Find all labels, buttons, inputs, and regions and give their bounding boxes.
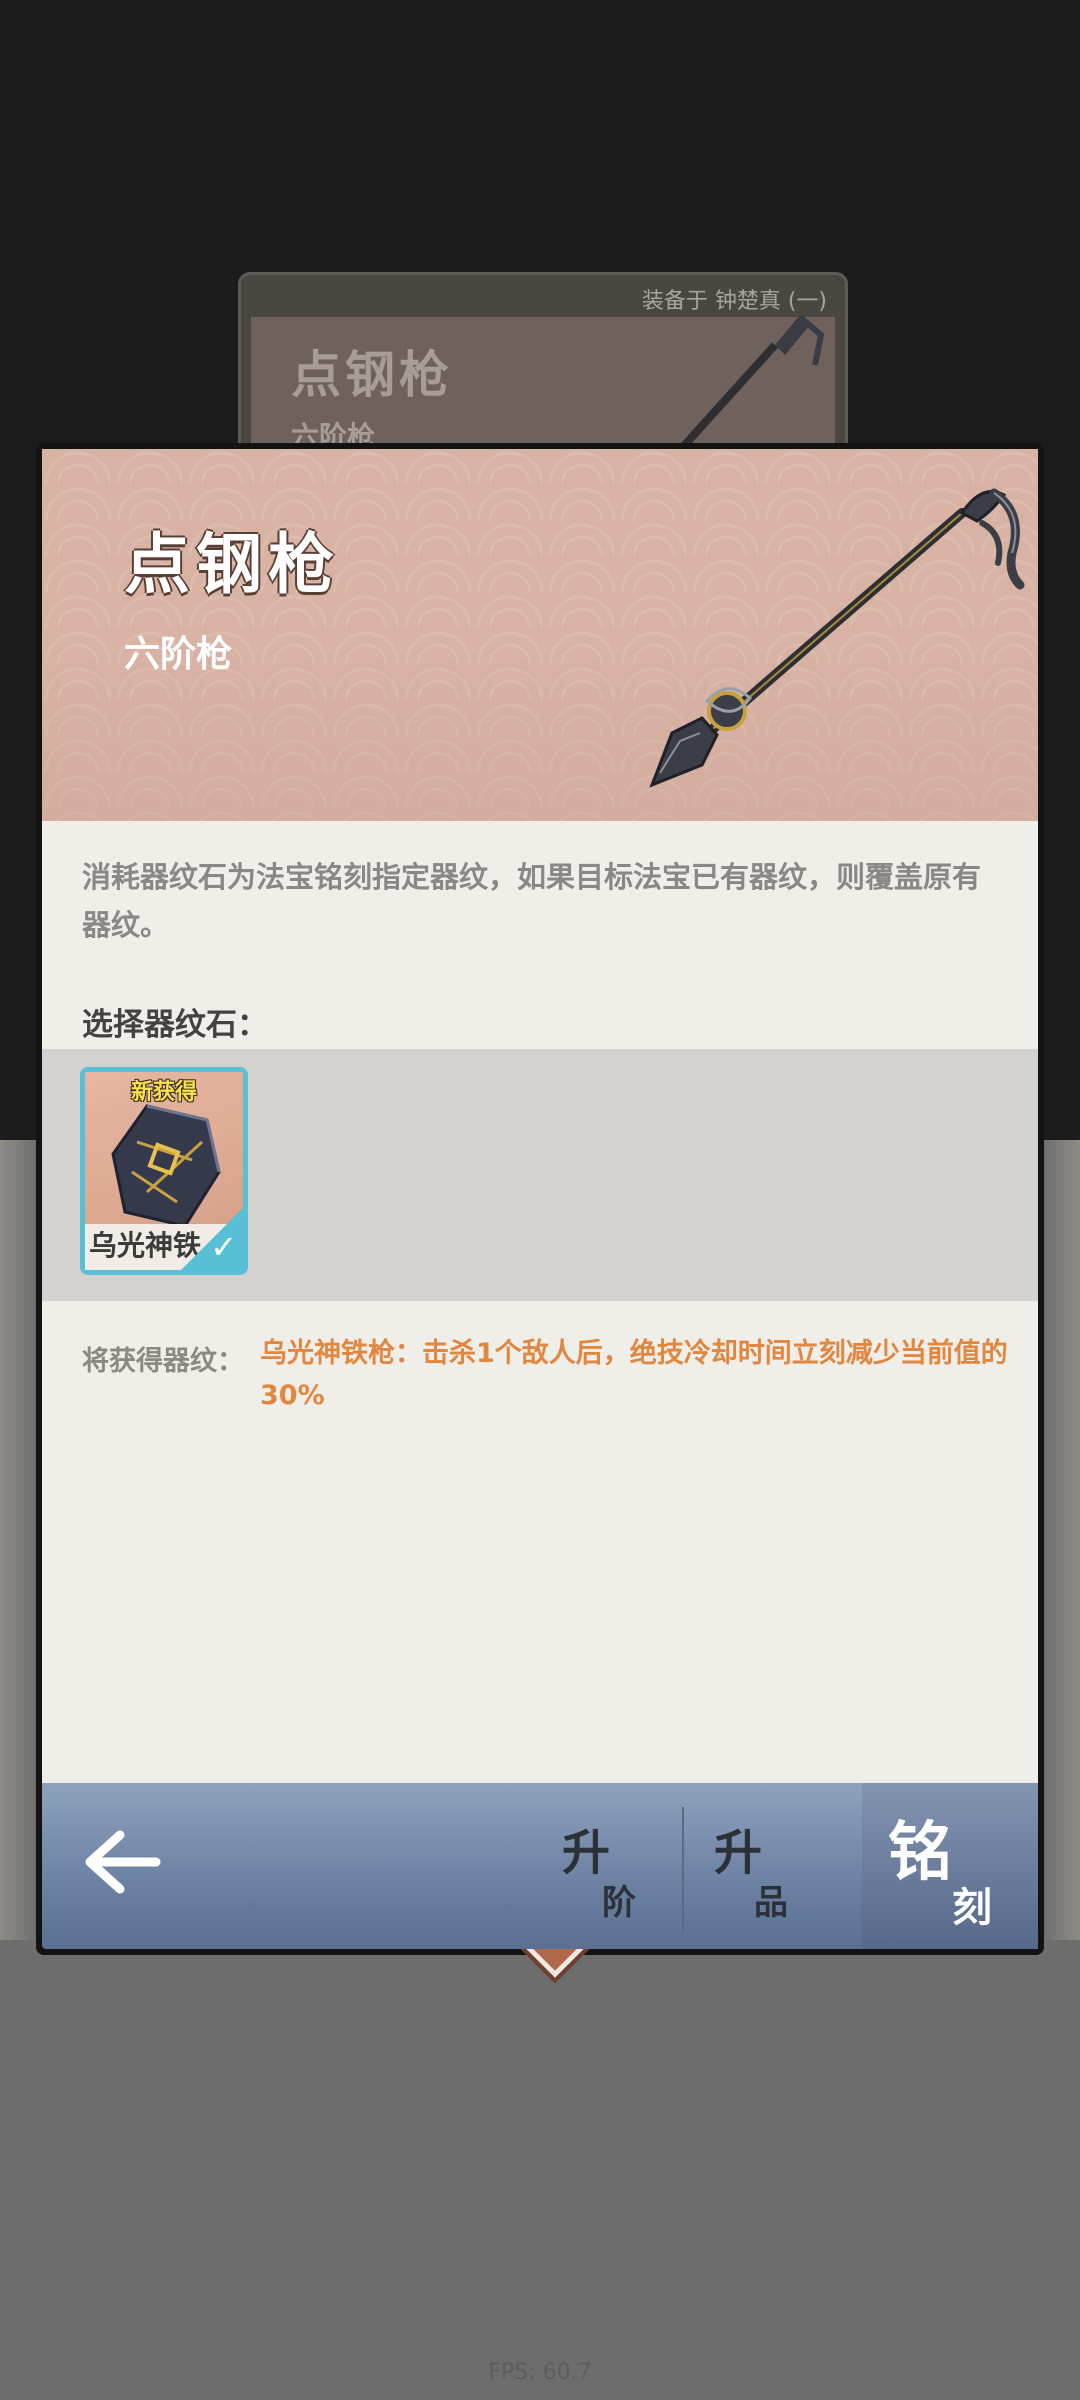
check-icon: ✓ (210, 1228, 237, 1266)
tab-upgrade-tier[interactable]: 升 阶 (542, 1783, 682, 1949)
back-button[interactable] (82, 1827, 162, 1897)
new-badge: 新获得 (130, 1080, 197, 1105)
tab-main-char: 升 (714, 1825, 763, 1881)
item-header: 点钢枪 六阶枪 (42, 449, 1038, 821)
background-card-title: 点钢枪 (291, 346, 453, 404)
background-panel-left-edge (0, 1140, 40, 1940)
stone-slot-selected[interactable]: 新获得 乌光神铁 ✓ (80, 1067, 248, 1275)
stone-slot-inner: 新获得 乌光神铁 ✓ (85, 1072, 243, 1270)
fps-counter: FPS: 60.7 (488, 2360, 592, 2385)
tab-engrave[interactable]: 铭 刻 (862, 1783, 1038, 1949)
result-effect-text: 乌光神铁枪：击杀1个敌人后，绝技冷却时间立刻减少当前值的30% (260, 1338, 1008, 1411)
select-stone-label: 选择器纹石： (82, 1007, 268, 1043)
description-text: 消耗器纹石为法宝铭刻指定器纹，如果目标法宝已有器纹，则覆盖原有器纹。 (82, 860, 982, 942)
bottom-nav: 升 阶 升 品 铭 刻 (42, 1783, 1038, 1949)
item-name: 点钢枪 (124, 526, 340, 603)
item-rank: 六阶枪 (124, 634, 233, 675)
tab-main-char: 升 (562, 1825, 611, 1881)
tab-sub-char: 阶 (602, 1883, 636, 1923)
result-label: 将获得器纹： (82, 1346, 244, 1377)
back-arrow-icon (85, 1830, 161, 1894)
background-panel-right-edge (1040, 1140, 1080, 1940)
engrave-panel: 点钢枪 六阶枪 消耗器纹石为法宝铭刻指定器纹，如果目标法宝已有器纹，则覆盖原有器… (36, 443, 1044, 1984)
engrave-body: 消耗器纹石为法宝铭刻指定器纹，如果目标法宝已有器纹，则覆盖原有器纹。 选择器纹石… (42, 821, 1038, 1984)
tab-sub-char: 品 (754, 1883, 788, 1923)
stone-slot-list: 新获得 乌光神铁 ✓ (42, 1049, 1038, 1301)
tab-main-char: 铭 (888, 1816, 952, 1890)
tab-upgrade-quality[interactable]: 升 品 (684, 1783, 844, 1949)
spear-icon (649, 488, 1025, 788)
tab-sub-char: 刻 (952, 1885, 992, 1931)
